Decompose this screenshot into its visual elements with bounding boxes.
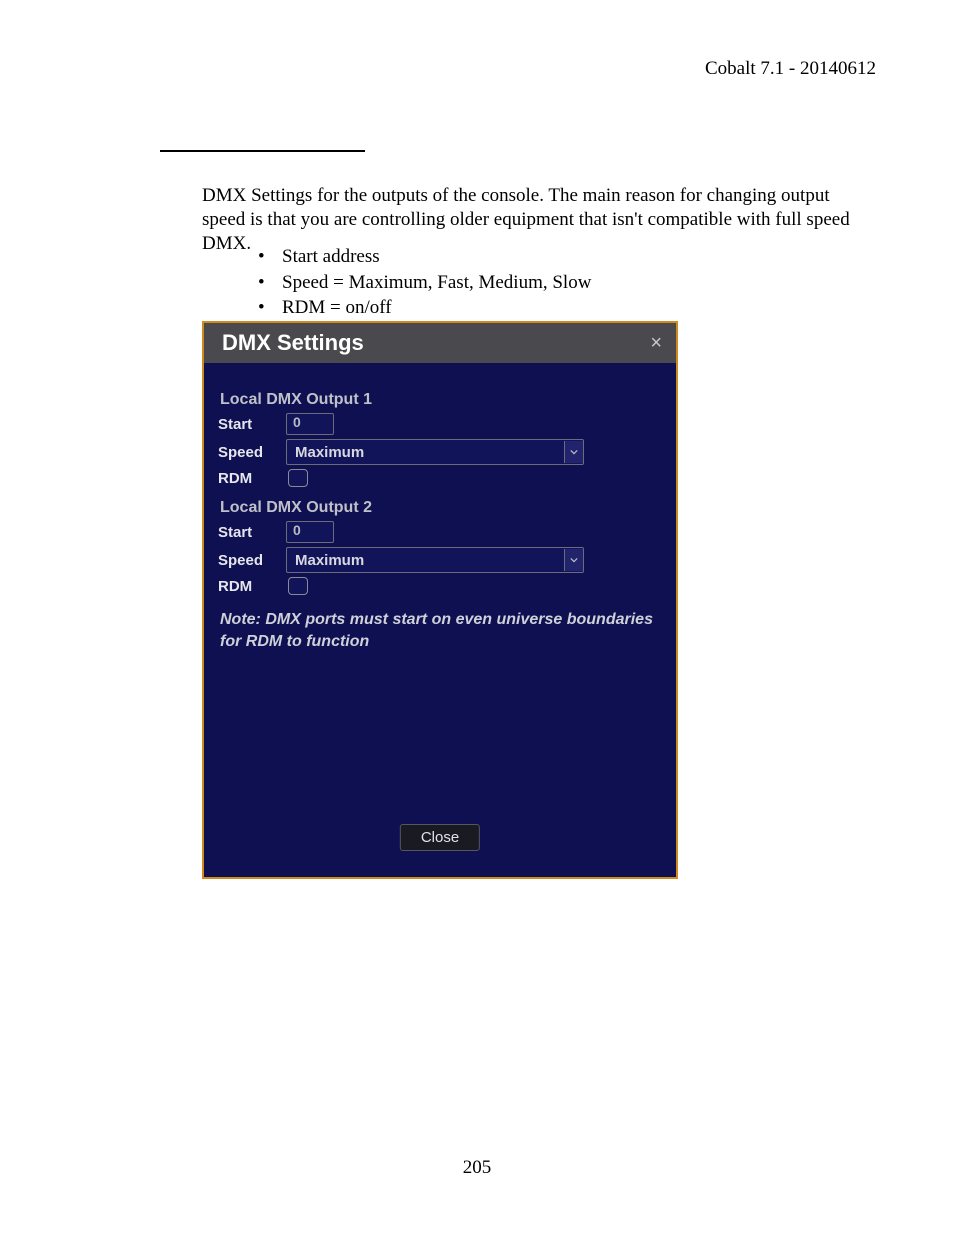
section-heading: Local DMX Output 2 <box>220 499 662 517</box>
dialog-title: DMX Settings <box>222 330 364 356</box>
chevron-down-icon[interactable] <box>564 441 583 463</box>
start-label: Start <box>218 524 286 541</box>
start-label: Start <box>218 416 286 433</box>
dialog-titlebar: DMX Settings × <box>204 323 676 363</box>
page-number: 205 <box>0 1157 954 1179</box>
list-item: •Start address <box>258 244 591 270</box>
close-icon[interactable]: × <box>648 332 664 355</box>
note-text: Note: DMX ports must start on even unive… <box>220 609 660 652</box>
chevron-down-icon[interactable] <box>564 549 583 571</box>
list-item: •Speed = Maximum, Fast, Medium, Slow <box>258 270 591 296</box>
close-button[interactable]: Close <box>400 824 480 851</box>
list-item: •RDM = on/off <box>258 295 591 321</box>
speed-label: Speed <box>218 444 286 461</box>
doc-header: Cobalt 7.1 - 20140612 <box>705 58 876 80</box>
speed-select[interactable]: Maximum <box>286 547 584 573</box>
speed-value: Maximum <box>287 552 364 569</box>
speed-label: Speed <box>218 552 286 569</box>
start-input[interactable]: 0 <box>286 413 334 435</box>
rule <box>160 150 365 152</box>
rdm-label: RDM <box>218 470 286 487</box>
speed-value: Maximum <box>287 444 364 461</box>
dmx-settings-dialog: DMX Settings × Local DMX Output 1 Start … <box>202 321 678 879</box>
speed-select[interactable]: Maximum <box>286 439 584 465</box>
start-input[interactable]: 0 <box>286 521 334 543</box>
rdm-checkbox[interactable] <box>288 469 308 487</box>
rdm-checkbox[interactable] <box>288 577 308 595</box>
rdm-label: RDM <box>218 578 286 595</box>
bullet-list: •Start address •Speed = Maximum, Fast, M… <box>258 244 591 321</box>
section-heading: Local DMX Output 1 <box>220 391 662 409</box>
